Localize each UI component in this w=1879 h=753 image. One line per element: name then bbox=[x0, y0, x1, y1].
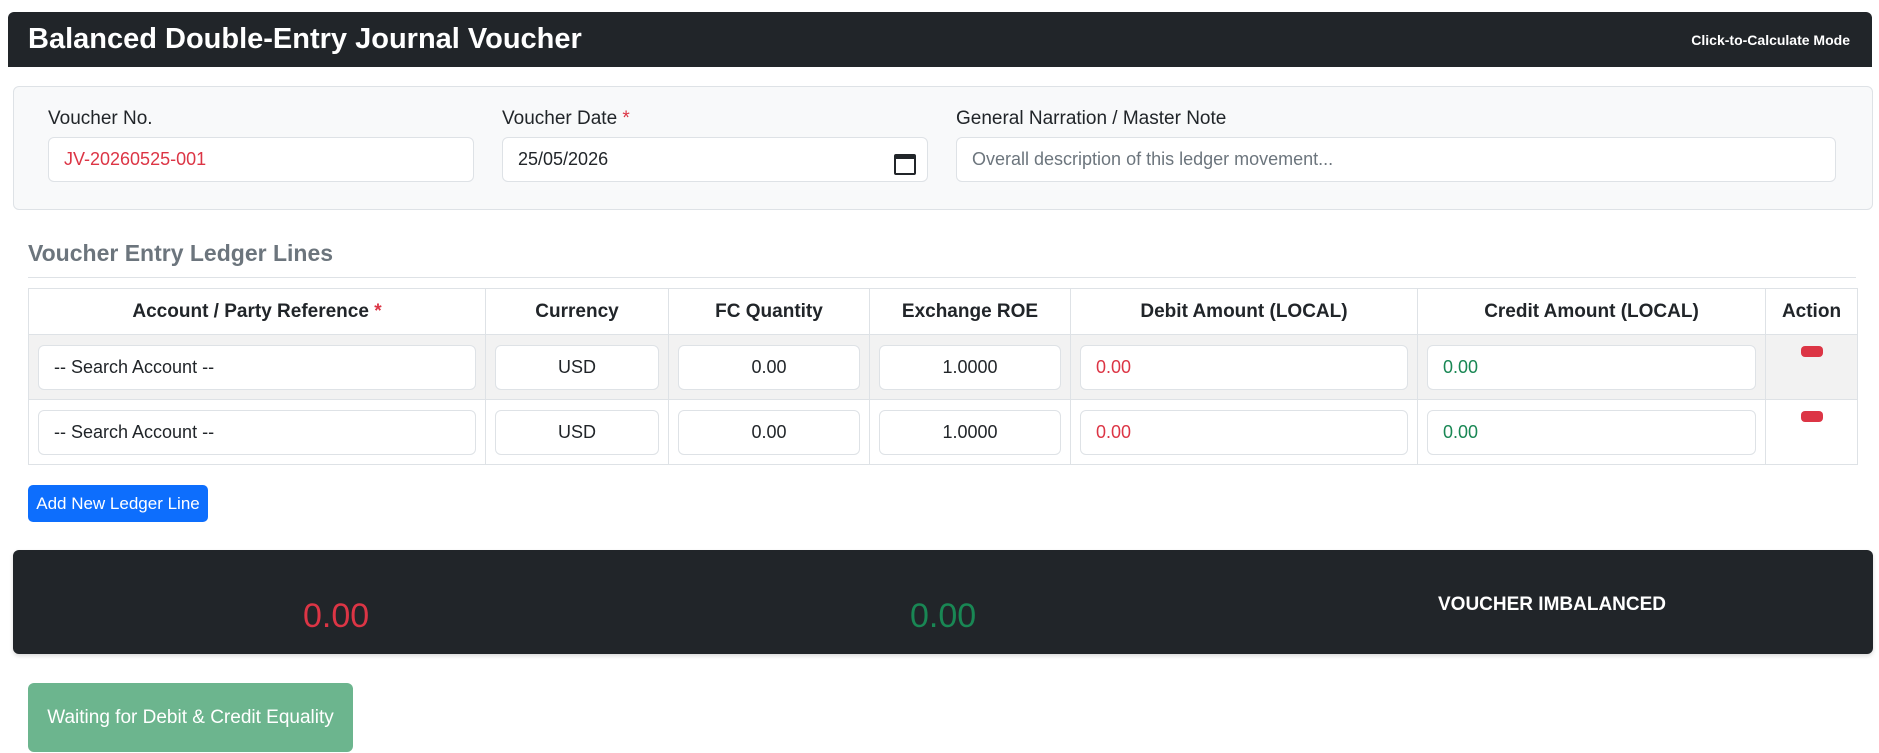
ledger-section-title: Voucher Entry Ledger Lines bbox=[28, 240, 334, 266]
exchange-roe-input[interactable]: 1.0000 bbox=[879, 409, 1061, 455]
voucher-header-card: Voucher No. JV-20260525-001 Voucher Date… bbox=[13, 86, 1873, 210]
credit-total: 0.00 bbox=[910, 597, 977, 635]
ledger-table: Account / Party Reference * Currency FC … bbox=[28, 288, 1858, 465]
add-ledger-line-button[interactable]: Add New Ledger Line bbox=[28, 485, 208, 522]
voucher-no-field: Voucher No. JV-20260525-001 bbox=[48, 108, 474, 182]
remove-line-button[interactable] bbox=[1800, 346, 1823, 357]
section-divider bbox=[28, 277, 1856, 278]
column-header-currency: Currency bbox=[485, 288, 669, 335]
narration-input[interactable]: Overall description of this ledger movem… bbox=[956, 137, 1836, 182]
voucher-date-value: 25/05/2026 bbox=[518, 149, 609, 169]
table-row: -- Search Account -- USD 0.00 1.0000 0.0… bbox=[28, 399, 1858, 465]
fc-quantity-input[interactable]: 0.00 bbox=[678, 409, 860, 455]
debit-amount-input[interactable]: 0.00 bbox=[1080, 344, 1408, 390]
page-title: Balanced Double-Entry Journal Voucher bbox=[28, 23, 582, 55]
narration-label: General Narration / Master Note bbox=[956, 108, 1227, 129]
account-search-input[interactable]: -- Search Account -- bbox=[38, 344, 476, 390]
remove-line-button[interactable] bbox=[1800, 411, 1823, 422]
fc-quantity-input[interactable]: 0.00 bbox=[678, 344, 860, 390]
column-header-account: Account / Party Reference * bbox=[28, 288, 486, 335]
narration-field: General Narration / Master Note Overall … bbox=[956, 108, 1836, 182]
totals-panel: 0.00 0.00 VOUCHER IMBALANCED bbox=[13, 550, 1873, 654]
credit-amount-input[interactable]: 0.00 bbox=[1427, 409, 1756, 455]
calendar-icon[interactable] bbox=[894, 152, 916, 175]
balance-status: VOUCHER IMBALANCED bbox=[1438, 594, 1666, 615]
currency-input[interactable]: USD bbox=[495, 409, 659, 455]
debit-total: 0.00 bbox=[303, 597, 370, 635]
voucher-no-input[interactable]: JV-20260525-001 bbox=[48, 137, 474, 182]
voucher-date-field: Voucher Date * 25/05/2026 bbox=[502, 108, 928, 182]
account-search-input[interactable]: -- Search Account -- bbox=[38, 409, 476, 455]
voucher-date-label: Voucher Date * bbox=[502, 108, 630, 129]
required-mark: * bbox=[622, 108, 630, 129]
credit-amount-input[interactable]: 0.00 bbox=[1427, 344, 1756, 390]
column-header-debit: Debit Amount (LOCAL) bbox=[1070, 288, 1418, 335]
exchange-roe-input[interactable]: 1.0000 bbox=[879, 344, 1061, 390]
voucher-date-input[interactable]: 25/05/2026 bbox=[502, 137, 928, 182]
column-header-exchange-roe: Exchange ROE bbox=[869, 288, 1071, 335]
mode-indicator: Click-to-Calculate Mode bbox=[1691, 31, 1850, 48]
page-header: Balanced Double-Entry Journal Voucher Cl… bbox=[8, 12, 1872, 67]
column-header-credit: Credit Amount (LOCAL) bbox=[1417, 288, 1766, 335]
voucher-no-label: Voucher No. bbox=[48, 108, 153, 129]
table-row: -- Search Account -- USD 0.00 1.0000 0.0… bbox=[28, 334, 1858, 400]
column-header-action: Action bbox=[1765, 288, 1858, 335]
debit-amount-input[interactable]: 0.00 bbox=[1080, 409, 1408, 455]
column-header-fc-quantity: FC Quantity bbox=[668, 288, 870, 335]
ledger-header-row: Account / Party Reference * Currency FC … bbox=[28, 288, 1858, 335]
submit-voucher-button[interactable]: Waiting for Debit & Credit Equality bbox=[28, 683, 353, 752]
currency-input[interactable]: USD bbox=[495, 344, 659, 390]
